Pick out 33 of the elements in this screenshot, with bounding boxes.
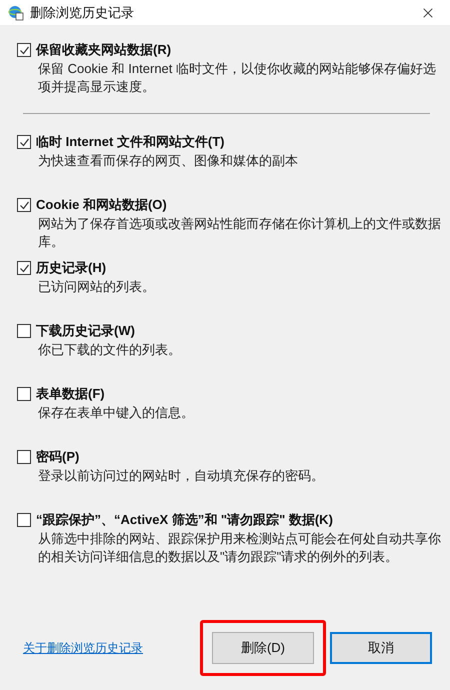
option-label: 保留收藏夹网站数据(R) <box>36 41 172 59</box>
check-icon <box>18 136 30 148</box>
option-description: 你已下载的文件的列表。 <box>38 341 182 359</box>
option-description: 网站为了保存首选项或改善网站性能而存储在你计算机上的文件或数据库。 <box>38 215 442 251</box>
checkbox[interactable] <box>17 135 31 149</box>
checkbox[interactable] <box>17 198 31 212</box>
checkbox[interactable] <box>17 261 31 275</box>
option-description: 保存在表单中键入的信息。 <box>38 404 195 422</box>
dialog-button[interactable]: 取消 <box>330 632 432 664</box>
option-description: 已访问网站的列表。 <box>38 278 156 296</box>
option-label: “跟踪保护”、“ActiveX 筛选”和 "请勿跟踪" 数据(K) <box>36 511 333 529</box>
check-icon <box>18 44 30 56</box>
help-link[interactable]: 关于删除浏览历史记录 <box>23 639 200 657</box>
check-icon <box>18 262 30 274</box>
option-description: 为快速查看而保存的网页、图像和媒体的副本 <box>38 152 299 170</box>
check-icon <box>18 200 30 210</box>
option-label: 密码(P) <box>36 448 80 466</box>
option-label: 表单数据(F) <box>36 385 105 403</box>
checkbox[interactable] <box>17 513 31 527</box>
checkbox[interactable] <box>17 387 31 401</box>
checkbox[interactable] <box>17 43 31 57</box>
option-label: Cookie 和网站数据(O) <box>36 196 167 214</box>
option-label: 历史记录(H) <box>36 259 106 277</box>
dialog-button[interactable]: 删除(D) <box>212 632 314 664</box>
option-description: 从筛选中排除的网站、跟踪保护用来检测站点可能会在何处自动共享你的相关访问详细信息的数据以及"请勿跟踪"请求的例外的列表。 <box>38 530 442 566</box>
option-label: 下载历史记录(W) <box>36 322 135 340</box>
checkbox[interactable] <box>17 324 31 338</box>
browser-icon <box>8 4 24 20</box>
window-title: 删除浏览历史记录 <box>30 4 135 22</box>
option-description: 保留 Cookie 和 Internet 临时文件，以使你收藏的网站能够保存偏好选项并提高显示速度。 <box>38 60 437 96</box>
option-description: 登录以前访问过的网站时，自动填充保存的密码。 <box>38 467 325 485</box>
checkbox[interactable] <box>17 450 31 464</box>
option-label: 临时 Internet 文件和网站文件(T) <box>36 133 224 151</box>
